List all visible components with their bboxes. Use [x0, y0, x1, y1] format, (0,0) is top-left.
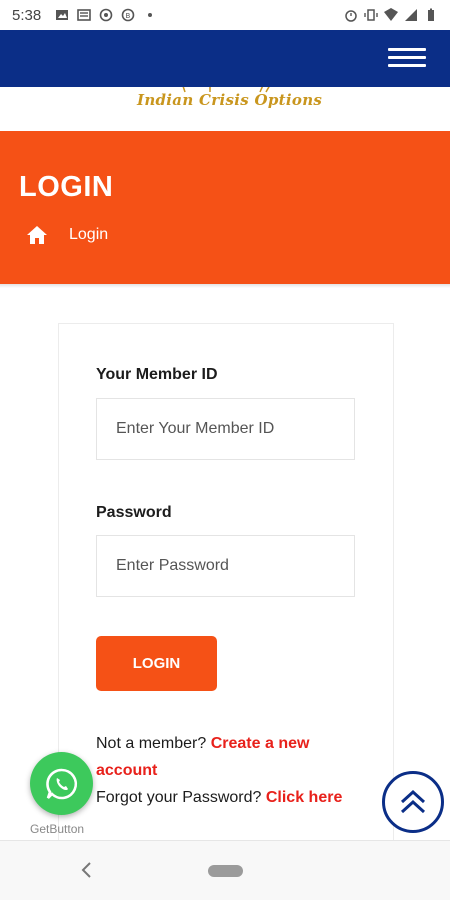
- battery-icon: [428, 8, 434, 21]
- member-id-label: Your Member ID: [96, 366, 218, 383]
- home-pill-icon[interactable]: [208, 865, 243, 877]
- top-navbar: [0, 30, 450, 87]
- alarm-icon: [345, 10, 357, 22]
- getbutton-label: GetButton: [30, 822, 85, 836]
- hamburger-menu-icon[interactable]: [388, 48, 426, 70]
- status-time: 5:38: [12, 6, 42, 24]
- back-icon[interactable]: [80, 861, 92, 879]
- signal-icon: [405, 9, 417, 21]
- status-bar: 5:38 B: [0, 0, 450, 30]
- member-id-input[interactable]: [96, 398, 355, 460]
- signup-prompt: Not a member? Create a new account: [96, 730, 356, 784]
- forgot-password-prompt: Forgot your Password? Click here: [96, 784, 356, 811]
- site-logo[interactable]: Indian Crisis Options: [137, 91, 322, 109]
- system-nav-bar: [0, 840, 450, 900]
- forgot-password-text: Forgot your Password?: [96, 789, 266, 806]
- not-member-text: Not a member?: [96, 735, 211, 752]
- hero-divider: [0, 284, 450, 288]
- breadcrumb-current: Login: [69, 226, 109, 243]
- home-icon[interactable]: [27, 226, 47, 244]
- page-title: LOGIN: [19, 171, 114, 203]
- wifi-icon: [384, 8, 398, 21]
- login-button[interactable]: LOGIN: [96, 636, 217, 691]
- password-input[interactable]: [96, 535, 355, 597]
- whatsapp-icon: [99, 8, 113, 22]
- password-label: Password: [96, 504, 172, 521]
- page-hero-banner: LOGIN Login: [0, 131, 450, 284]
- svg-text:B: B: [126, 12, 131, 20]
- logo-strip: Indian Crisis Options: [0, 87, 450, 131]
- news-icon: [77, 9, 92, 21]
- bixby-icon: B: [121, 8, 135, 22]
- double-chevron-up-icon: [400, 789, 426, 814]
- vibrate-icon: [364, 9, 378, 21]
- image-icon: [56, 10, 69, 20]
- whatsapp-chat-button[interactable]: [30, 752, 93, 815]
- whatsapp-icon: [45, 768, 77, 799]
- breadcrumb: Login: [27, 226, 108, 244]
- forgot-password-link[interactable]: Click here: [266, 789, 342, 806]
- dot-icon: [148, 13, 153, 17]
- scroll-to-top-button[interactable]: [382, 771, 444, 833]
